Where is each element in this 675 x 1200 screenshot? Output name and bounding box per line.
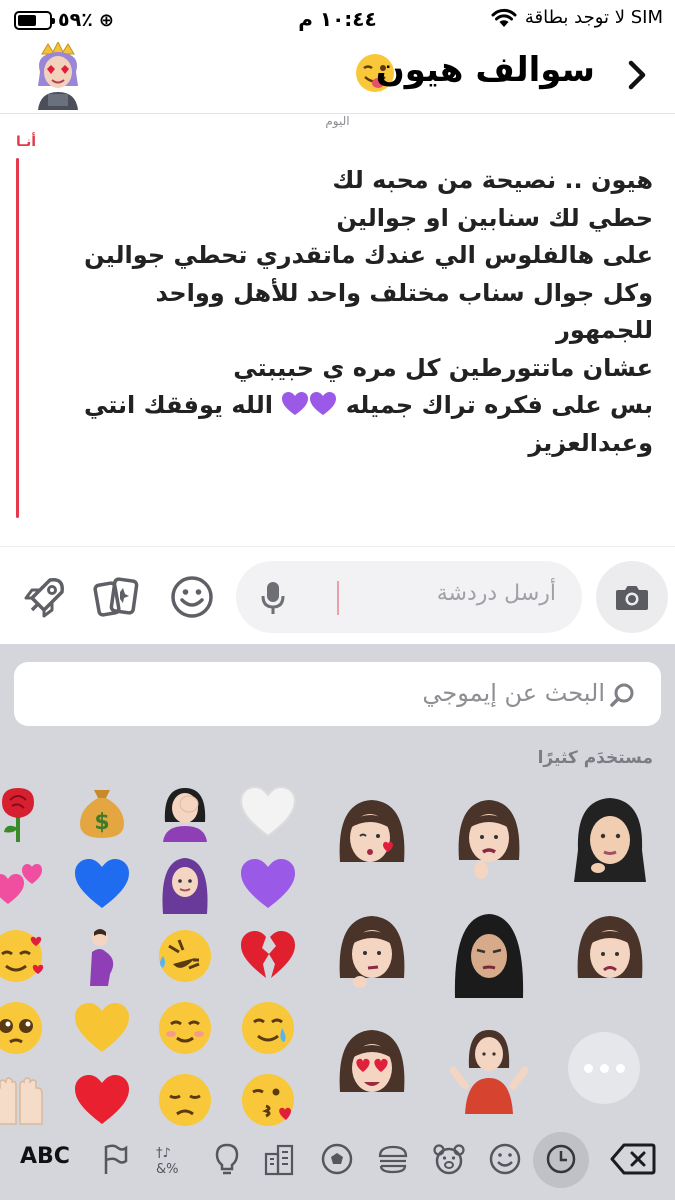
blue-heart-icon[interactable]	[72, 854, 132, 914]
face-blowing-kiss-icon[interactable]	[238, 1070, 298, 1130]
camera-icon	[616, 586, 648, 610]
text-cursor	[337, 581, 339, 615]
disappointed-face-icon[interactable]	[155, 1070, 215, 1130]
soccer-ball-icon[interactable]	[320, 1142, 354, 1176]
white-heart-icon[interactable]	[238, 782, 298, 842]
day-separator: اليوم	[325, 114, 350, 128]
input-placeholder: أرسل دردشة	[436, 581, 556, 606]
status-bar: ٥٩٪ ⊕ ١٠:٤٤ م لا توجد بطاقة SIM	[0, 0, 675, 36]
smiling-face-with-hearts-icon[interactable]	[0, 926, 50, 986]
smiley-category-icon[interactable]	[488, 1142, 522, 1176]
abc-key[interactable]: ABC	[20, 1144, 70, 1169]
flag-icon[interactable]	[98, 1142, 132, 1176]
microphone-icon[interactable]	[260, 580, 286, 616]
emoji-search-input[interactable]: البحث عن إيموجي	[14, 662, 661, 726]
smiling-face-icon[interactable]	[155, 998, 215, 1058]
avatar[interactable]	[28, 40, 88, 110]
buildings-travel-icon[interactable]	[262, 1142, 296, 1176]
message-line: بس على فكره تراك جميله الله يوفقك انتي	[60, 387, 653, 425]
memoji-kiss-heart-icon[interactable]	[330, 790, 414, 886]
message-line: حطي لك سنابين او جوالين	[336, 203, 653, 232]
message-line: عشان ماتتورطين كل مره ي حبيبتي	[233, 353, 653, 382]
memoji-thumbs-down-icon[interactable]	[447, 790, 531, 886]
more-stickers-button[interactable]	[568, 1032, 640, 1104]
memoji-heart-eyes-icon[interactable]	[330, 1020, 414, 1116]
back-chevron-icon[interactable]	[621, 58, 651, 92]
chat-divider	[0, 546, 675, 547]
two-hearts-icon[interactable]	[0, 854, 50, 914]
rolling-on-floor-laughing-icon[interactable]	[155, 926, 215, 986]
memoji-shrug-icon[interactable]	[447, 1020, 531, 1116]
lightbulb-icon[interactable]	[210, 1142, 244, 1176]
memoji-hijab-thinking-icon[interactable]	[568, 790, 652, 886]
woman-facepalming-icon[interactable]	[155, 782, 215, 842]
pregnant-woman-icon[interactable]	[72, 926, 132, 986]
input-row: أرسل دردشة	[0, 548, 675, 644]
search-icon	[610, 683, 634, 707]
smiley-face-icon[interactable]	[167, 572, 217, 622]
svg-text:$: $	[94, 810, 109, 835]
food-burger-icon[interactable]	[376, 1142, 410, 1176]
emoji-category-bar: ABC †♪ &%	[0, 1132, 675, 1194]
message-body[interactable]: هيون .. نصيحة من محبه لك حطي لك سنابين ا…	[60, 162, 653, 462]
rocket-icon[interactable]	[20, 572, 70, 622]
svg-text:&%: &%	[156, 1162, 179, 1176]
money-bag-icon[interactable]: $	[72, 782, 132, 842]
rose-icon[interactable]	[0, 782, 50, 842]
memories-cards-icon[interactable]	[92, 572, 142, 622]
chat-header: سوالف هيون	[0, 36, 675, 116]
wifi-icon	[491, 8, 517, 28]
smiling-tear-face-icon[interactable]	[238, 998, 298, 1058]
message-line: للجمهور	[556, 316, 653, 344]
purple-heart-icon[interactable]	[238, 854, 298, 914]
red-heart-icon[interactable]	[72, 1070, 132, 1130]
purple-heart-icon	[282, 392, 309, 415]
woman-with-headscarf-icon[interactable]	[155, 854, 215, 914]
message-accent-bar	[16, 158, 19, 518]
frequently-used-label: مستخدَم كثيرًا	[537, 748, 653, 768]
memoji-black-hijab-icon[interactable]	[447, 906, 531, 1002]
message-line: على هالفلوس الي عندك ماتقدري تحطي جوالين	[84, 241, 653, 269]
chat-title[interactable]: سوالف هيون	[376, 50, 595, 90]
broken-heart-icon[interactable]	[238, 926, 298, 986]
camera-button[interactable]	[596, 561, 668, 633]
sender-label: أنـا	[16, 134, 37, 150]
delete-backspace-icon[interactable]	[610, 1142, 656, 1176]
svg-text:†♪: †♪	[156, 1146, 171, 1161]
message-text: الله يوفقك انتي	[83, 391, 273, 419]
message-line: وعبدالعزيز	[528, 428, 653, 457]
chat-input[interactable]: أرسل دردشة	[236, 561, 582, 633]
search-placeholder: البحث عن إيموجي	[422, 679, 605, 707]
message-text: بس على فكره تراك جميله	[345, 391, 653, 419]
message-line: هيون .. نصيحة من محبه لك	[332, 166, 653, 194]
carrier-text: لا توجد بطاقة SIM	[524, 7, 663, 28]
purple-heart-icon	[310, 392, 337, 415]
memoji-sad-icon[interactable]	[568, 906, 652, 1002]
emoji-keyboard: البحث عن إيموجي مستخدَم كثيرًا $ ABC †♪ …	[0, 644, 675, 1200]
bear-face-icon[interactable]	[432, 1142, 466, 1176]
clock-recent-icon[interactable]	[544, 1142, 578, 1176]
palms-up-together-icon[interactable]	[0, 1070, 50, 1130]
pleading-face-icon[interactable]	[0, 998, 50, 1058]
message-line: وكل جوال سناب مختلف واحد للأهل وواحد	[155, 278, 653, 307]
yellow-heart-icon[interactable]	[72, 998, 132, 1058]
memoji-thinking-icon[interactable]	[330, 906, 414, 1002]
symbols-icon[interactable]: †♪&%	[154, 1142, 188, 1176]
